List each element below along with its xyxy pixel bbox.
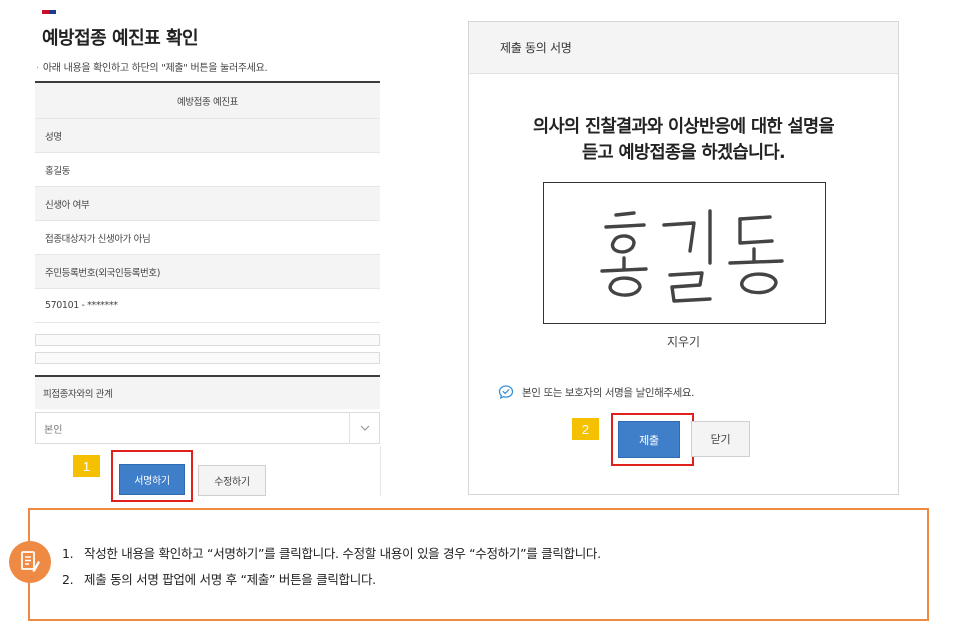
page-title: 예방접종 예진표 확인 bbox=[42, 28, 199, 49]
table-header: 예방접종 예진표 bbox=[35, 83, 380, 119]
consent-message: 의사의 진찰결과와 이상반응에 대한 설명을 듣고 예방접종을 하겠습니다. bbox=[469, 114, 898, 166]
consent-message-line1: 의사의 진찰결과와 이상반응에 대한 설명을 bbox=[533, 117, 835, 137]
list-item-number: 2. bbox=[62, 572, 74, 587]
sign-button[interactable]: 서명하기 bbox=[119, 464, 185, 495]
consent-message-line2: 듣고 예방접종을 하겠습니다. bbox=[581, 143, 786, 163]
list-item: 1. 작성한 내용을 확인하고 “서명하기”를 클릭합니다. 수정할 내용이 있… bbox=[62, 541, 601, 567]
flag-icon bbox=[42, 10, 56, 14]
table-row-label-newborn: 신생아 여부 bbox=[35, 187, 380, 221]
table-row-value-id: 570101 - ******* bbox=[35, 289, 380, 323]
submit-button[interactable]: 제출 bbox=[618, 421, 680, 458]
guide-text: 아래 내용을 확인하고 하단의 "제출" 버튼을 눌러주세요. bbox=[42, 63, 268, 74]
divider bbox=[380, 446, 381, 496]
list-item-text: 작성한 내용을 확인하고 “서명하기”를 클릭합니다. 수정할 내용이 있을 경… bbox=[84, 546, 601, 561]
chat-check-icon bbox=[498, 385, 514, 400]
relation-selected-value: 본인 bbox=[44, 424, 63, 436]
empty-row bbox=[35, 334, 380, 346]
table-row-label-id: 주민등록번호(외국인등록번호) bbox=[35, 255, 380, 289]
table-row-value-name: 홍길동 bbox=[35, 153, 380, 187]
memo-pencil-icon bbox=[9, 541, 51, 583]
step-badge-2: 2 bbox=[572, 418, 599, 440]
prescreening-table: 예방접종 예진표 성명 홍길동 신생아 여부 접종대상자가 신생아가 아님 주민… bbox=[35, 81, 380, 323]
notice-text: 본인 또는 보호자의 서명을 날인해주세요. bbox=[522, 386, 695, 399]
relation-label: 피접종자와의 관계 bbox=[35, 375, 380, 409]
popup-title: 제출 동의 서명 bbox=[469, 22, 898, 74]
edit-button[interactable]: 수정하기 bbox=[198, 465, 266, 496]
close-button[interactable]: 닫기 bbox=[691, 421, 750, 457]
empty-row bbox=[35, 352, 380, 364]
signature-pad[interactable] bbox=[543, 182, 826, 324]
erase-link[interactable]: 지우기 bbox=[469, 333, 898, 350]
list-item-number: 1. bbox=[62, 546, 74, 561]
relation-select[interactable]: 본인 bbox=[35, 412, 380, 444]
instruction-list: 1. 작성한 내용을 확인하고 “서명하기”를 클릭합니다. 수정할 내용이 있… bbox=[62, 541, 601, 593]
page-guide-text: · 아래 내용을 확인하고 하단의 "제출" 버튼을 눌러주세요. bbox=[36, 59, 268, 74]
bullet-dot: · bbox=[36, 63, 39, 74]
step-badge-1: 1 bbox=[73, 455, 100, 477]
list-item-text: 제출 동의 서명 팝업에 서명 후 “제출” 버튼을 클릭합니다. bbox=[84, 572, 376, 587]
signature-notice: 본인 또는 보호자의 서명을 날인해주세요. bbox=[498, 384, 695, 400]
table-row-value-newborn: 접종대상자가 신생아가 아님 bbox=[35, 221, 380, 255]
handwritten-signature bbox=[600, 209, 784, 303]
table-row-label-name: 성명 bbox=[35, 119, 380, 153]
list-item: 2. 제출 동의 서명 팝업에 서명 후 “제출” 버튼을 클릭합니다. bbox=[62, 567, 601, 593]
chevron-down-icon bbox=[349, 413, 379, 443]
